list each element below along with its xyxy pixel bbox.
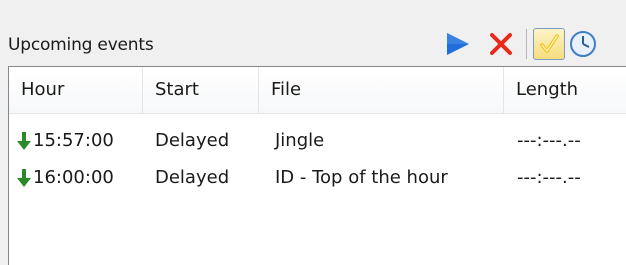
auto-check-toggle[interactable] <box>533 28 565 60</box>
table-row[interactable]: 15:57:00 Delayed Jingle ---:---.-- <box>9 125 626 157</box>
table-row[interactable]: 16:00:00 Delayed ID - Top of the hour --… <box>9 162 626 194</box>
checkmark-icon <box>540 34 559 53</box>
green-down-arrow-icon <box>17 169 31 187</box>
length-cell: ---:---.-- <box>517 167 581 188</box>
length-cell: ---:---.-- <box>517 130 581 151</box>
schedule-button[interactable] <box>568 28 598 60</box>
column-header-start[interactable]: Start <box>143 67 259 113</box>
toolbar <box>440 24 598 64</box>
play-button[interactable] <box>440 27 474 61</box>
file-cell: ID - Top of the hour <box>275 167 448 188</box>
green-down-arrow-icon <box>17 132 31 150</box>
hour-cell: 16:00:00 <box>17 162 114 194</box>
events-list[interactable]: Hour Start File Length 15:57:00 Delayed … <box>8 66 626 265</box>
clock-icon <box>570 31 596 57</box>
panel-title: Upcoming events <box>8 35 154 55</box>
column-header-hour[interactable]: Hour <box>9 67 143 113</box>
upcoming-events-panel: Upcoming events Hour Start File Length 1… <box>0 0 626 265</box>
toolbar-separator <box>526 29 527 59</box>
play-icon <box>447 33 469 55</box>
panel-header: Upcoming events <box>0 0 626 64</box>
delete-button[interactable] <box>484 27 518 61</box>
delete-x-icon <box>490 33 512 55</box>
column-header-length[interactable]: Length <box>504 67 626 113</box>
hour-cell: 15:57:00 <box>17 125 114 157</box>
start-cell: Delayed <box>155 167 230 188</box>
hour-value: 15:57:00 <box>33 130 114 151</box>
file-cell: Jingle <box>275 130 325 151</box>
hour-value: 16:00:00 <box>33 167 114 188</box>
start-cell: Delayed <box>155 130 230 151</box>
column-header-file[interactable]: File <box>259 67 504 113</box>
column-header-row: Hour Start File Length <box>9 67 626 114</box>
